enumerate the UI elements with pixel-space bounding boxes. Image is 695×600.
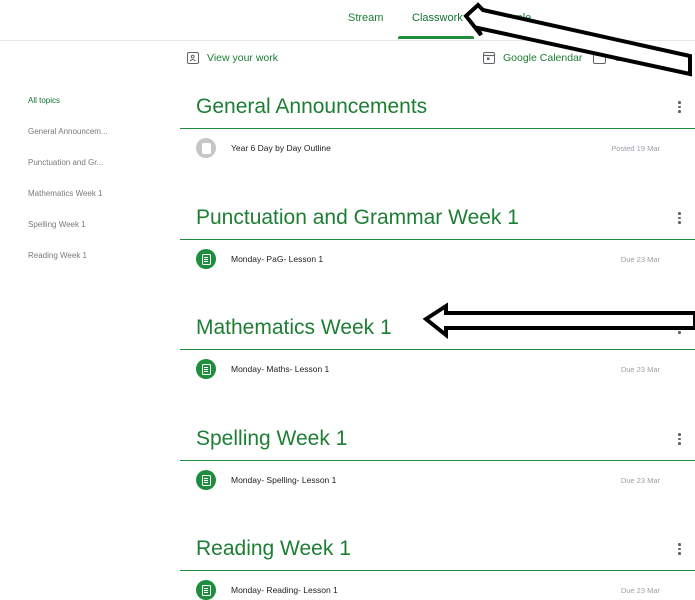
arrow-to-mathematics-icon	[422, 302, 695, 340]
folder-icon	[593, 52, 606, 64]
list-item[interactable]: Monday- Spelling- Lesson 1 Due 23 Mar	[196, 470, 676, 490]
item-title: Monday- Spelling- Lesson 1	[231, 475, 337, 485]
material-icon	[196, 138, 216, 158]
item-due-date: Due 23 Mar	[620, 475, 660, 485]
section-divider	[180, 349, 695, 350]
item-title: Year 6 Day by Day Outline	[231, 143, 331, 153]
active-tab-indicator	[398, 36, 474, 39]
topic-title: Spelling Week 1	[196, 427, 348, 450]
tab-stream[interactable]: Stream	[348, 12, 383, 24]
view-your-work-label: View your work	[207, 52, 278, 64]
list-item[interactable]: Monday- Maths- Lesson 1 Due 23 Mar	[196, 359, 676, 379]
section-divider	[180, 460, 695, 461]
more-options-icon[interactable]	[678, 433, 681, 445]
person-badge-icon	[187, 52, 199, 64]
item-title: Monday- Reading- Lesson 1	[231, 585, 338, 595]
sidebar-item-spelling[interactable]: Spelling Week 1	[28, 220, 158, 251]
annotation-arrows	[422, 2, 695, 340]
top-navigation: Stream Classwork People	[0, 0, 695, 41]
sidebar-item-reading[interactable]: Reading Week 1	[28, 251, 158, 282]
topic-title: General Announcements	[196, 95, 428, 118]
calendar-icon	[483, 52, 495, 64]
section-divider	[180, 239, 695, 240]
more-options-icon[interactable]	[678, 212, 681, 224]
item-due-date: Due 23 Mar	[620, 254, 660, 264]
google-calendar-label: Google Calendar	[503, 52, 583, 64]
item-due-date: Due 23 Mar	[620, 364, 660, 374]
section-divider	[180, 128, 695, 129]
more-options-icon[interactable]	[678, 543, 681, 555]
assignment-icon	[196, 470, 216, 490]
class-drive-link[interactable]: Class	[593, 52, 640, 64]
more-options-icon[interactable]	[678, 101, 681, 113]
section-divider	[180, 570, 695, 571]
view-your-work-link[interactable]: View your work	[187, 52, 278, 64]
assignment-icon	[196, 249, 216, 269]
more-options-icon[interactable]	[678, 322, 681, 334]
list-item[interactable]: Monday- Reading- Lesson 1 Due 23 Mar	[196, 580, 676, 600]
tab-people[interactable]: People	[497, 12, 531, 24]
sidebar-item-general-announcements[interactable]: General Announcem...	[28, 127, 158, 158]
topics-sidebar: All topics General Announcem... Punctuat…	[28, 96, 158, 282]
sidebar-item-mathematics[interactable]: Mathematics Week 1	[28, 189, 158, 220]
google-calendar-link[interactable]: Google Calendar	[483, 52, 582, 64]
topic-title: Reading Week 1	[196, 537, 351, 560]
topic-title: Mathematics Week 1	[196, 316, 392, 339]
item-title: Monday- Maths- Lesson 1	[231, 364, 330, 374]
sidebar-item-all-topics[interactable]: All topics	[28, 96, 158, 127]
item-title: Monday- PaG- Lesson 1	[231, 254, 324, 264]
assignment-icon	[196, 359, 216, 379]
tab-classwork[interactable]: Classwork	[412, 12, 463, 24]
class-drive-label: Class	[614, 52, 641, 64]
assignment-icon	[196, 580, 216, 600]
list-item[interactable]: Year 6 Day by Day Outline Posted 19 Mar	[196, 138, 676, 158]
sidebar-item-punctuation-grammar[interactable]: Punctuation and Gr...	[28, 158, 158, 189]
list-item[interactable]: Monday- PaG- Lesson 1 Due 23 Mar	[196, 249, 676, 269]
item-due-date: Due 23 Mar	[620, 585, 660, 595]
topic-title: Punctuation and Grammar Week 1	[196, 206, 519, 229]
item-date: Posted 19 Mar	[611, 143, 660, 153]
